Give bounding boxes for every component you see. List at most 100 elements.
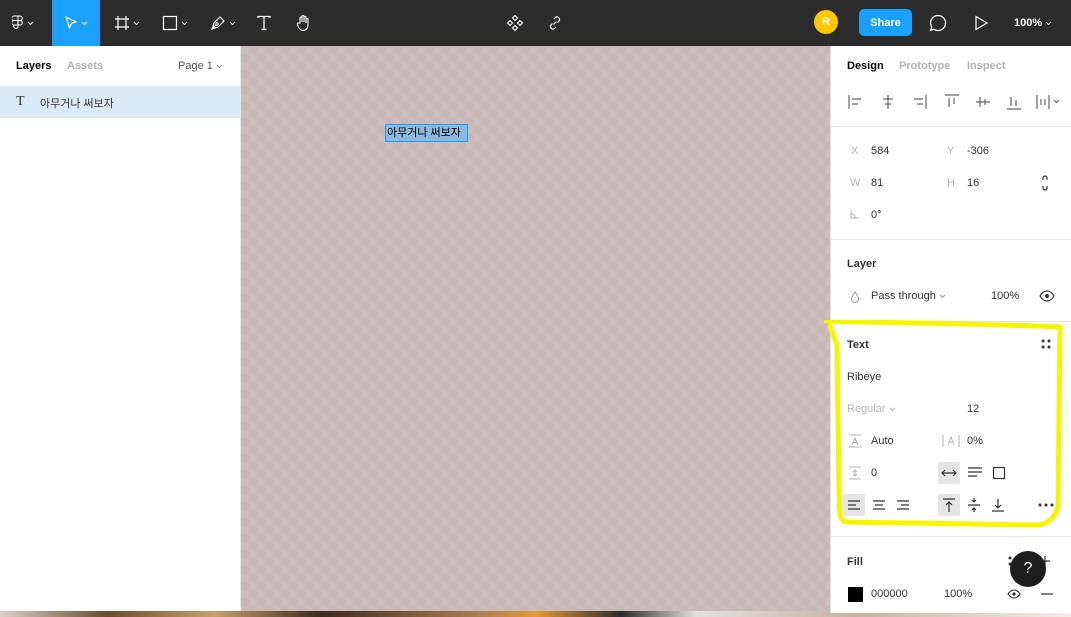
x-label: X [851, 145, 859, 157]
rectangle-icon [162, 15, 178, 31]
align-vertical-center-icon[interactable] [974, 93, 992, 111]
divider [831, 536, 1071, 537]
user-avatar[interactable]: R [814, 10, 838, 34]
distribute-icon[interactable] [1035, 93, 1061, 111]
vertical-align-bottom-icon[interactable] [991, 497, 1005, 513]
vertical-align-top-button[interactable] [938, 494, 960, 516]
selected-text-layer[interactable]: 아무거나 써보자 [385, 124, 468, 142]
link-icon [549, 16, 561, 30]
link-button[interactable] [542, 0, 568, 46]
zoom-dropdown[interactable]: 100% [1014, 0, 1052, 46]
pen-tool-button[interactable] [202, 0, 244, 46]
chevron-down-icon [133, 21, 140, 25]
blend-mode-dropdown[interactable]: Pass through [871, 290, 946, 302]
tab-design[interactable]: Design [847, 60, 884, 72]
share-button[interactable]: Share [859, 9, 912, 36]
align-bottom-icon[interactable] [1005, 93, 1023, 111]
chevron-down-icon [81, 21, 88, 25]
rotation-input[interactable]: 0° [871, 209, 882, 221]
fill-color-swatch[interactable] [848, 587, 863, 602]
blend-mode-value: Pass through [871, 290, 936, 302]
move-tool-button[interactable] [52, 0, 100, 46]
main-menu-button[interactable] [0, 0, 46, 46]
tab-layers[interactable]: Layers [16, 60, 51, 72]
layer-name: 아무거나 써보자 [40, 98, 114, 110]
fill-hex-input[interactable]: 000000 [871, 588, 908, 600]
divider [831, 126, 1071, 127]
vertical-align-middle-icon[interactable] [967, 497, 981, 513]
align-horizontal-center-icon[interactable] [879, 93, 897, 111]
present-button[interactable] [968, 0, 994, 46]
chevron-down-icon [181, 21, 188, 25]
text-align-right-icon[interactable] [896, 498, 910, 512]
comment-icon [929, 14, 947, 32]
text-styles-icon[interactable] [1040, 338, 1052, 350]
layer-opacity-input[interactable]: 100% [991, 290, 1019, 302]
fill-opacity-input[interactable]: 100% [944, 588, 972, 600]
hand-tool-button[interactable] [290, 0, 318, 46]
h-input[interactable]: 16 [967, 177, 979, 189]
text-align-left-button[interactable] [843, 494, 865, 516]
auto-width-button[interactable] [938, 462, 960, 484]
tab-inspect[interactable]: Inspect [967, 60, 1006, 72]
text-section-title: Text [847, 339, 869, 351]
text-align-center-icon[interactable] [872, 498, 886, 512]
auto-width-icon [941, 469, 957, 477]
y-input[interactable]: -306 [967, 145, 989, 157]
component-icon [506, 14, 524, 32]
components-button[interactable] [502, 0, 528, 46]
text-tool-icon [257, 15, 271, 31]
chevron-down-icon [229, 21, 236, 25]
letter-spacing-input[interactable]: 0% [967, 435, 983, 447]
left-panel-tabs: Layers Assets Page 1 [0, 46, 240, 86]
chevron-down-icon [27, 21, 34, 25]
line-height-input[interactable]: Auto [871, 435, 894, 447]
layer-row[interactable]: T 아무거나 써보자 [0, 86, 240, 118]
shape-tool-button[interactable] [154, 0, 196, 46]
play-icon [975, 15, 989, 31]
properties-panel: Design Prototype Inspect X 584 Y -306 W … [830, 46, 1071, 613]
tab-assets[interactable]: Assets [67, 60, 103, 72]
chevron-down-icon [1045, 21, 1052, 25]
fixed-size-icon[interactable] [992, 466, 1006, 480]
pen-icon [211, 16, 225, 30]
fill-visibility-icon[interactable] [1007, 589, 1021, 599]
w-input[interactable]: 81 [871, 177, 883, 189]
page-label: Page 1 [178, 60, 213, 72]
text-tool-button[interactable] [250, 0, 278, 46]
tab-prototype[interactable]: Prototype [899, 60, 950, 72]
constrain-proportions-icon[interactable] [1040, 174, 1050, 192]
text-layer-icon: T [16, 94, 25, 109]
font-size-input[interactable]: 12 [967, 403, 979, 415]
divider [831, 239, 1071, 240]
page-selector[interactable]: Page 1 [178, 60, 223, 72]
align-top-icon[interactable] [943, 93, 961, 111]
h-label: H [947, 177, 955, 189]
fill-section-title: Fill [847, 556, 863, 568]
help-button[interactable]: ? [1010, 551, 1046, 587]
font-weight-dropdown[interactable]: Regular [847, 403, 896, 415]
font-weight-value: Regular [847, 403, 886, 415]
font-family-dropdown[interactable]: Ribeye [847, 371, 881, 383]
y-label: Y [947, 145, 955, 157]
x-input[interactable]: 584 [871, 145, 889, 157]
layer-section-title: Layer [847, 258, 877, 270]
alignment-toolbar [847, 93, 1062, 111]
vertical-align-top-icon [943, 498, 955, 512]
align-left-icon[interactable] [847, 93, 865, 111]
paragraph-spacing-input[interactable]: 0 [871, 467, 877, 479]
letter-spacing-icon [942, 435, 960, 447]
auto-height-icon[interactable] [967, 466, 983, 480]
canvas[interactable]: 아무거나 써보자 [241, 46, 830, 613]
text-align-left-icon [848, 500, 860, 510]
eye-icon[interactable] [1039, 290, 1055, 302]
comments-button[interactable] [924, 0, 952, 46]
cursor-icon [65, 16, 78, 30]
figma-logo-icon [12, 15, 23, 29]
align-right-icon[interactable] [910, 93, 928, 111]
frame-icon [115, 16, 129, 30]
frame-tool-button[interactable] [106, 0, 148, 46]
more-options-icon[interactable] [1038, 502, 1054, 508]
divider [831, 321, 1071, 322]
remove-fill-icon[interactable] [1041, 593, 1053, 595]
